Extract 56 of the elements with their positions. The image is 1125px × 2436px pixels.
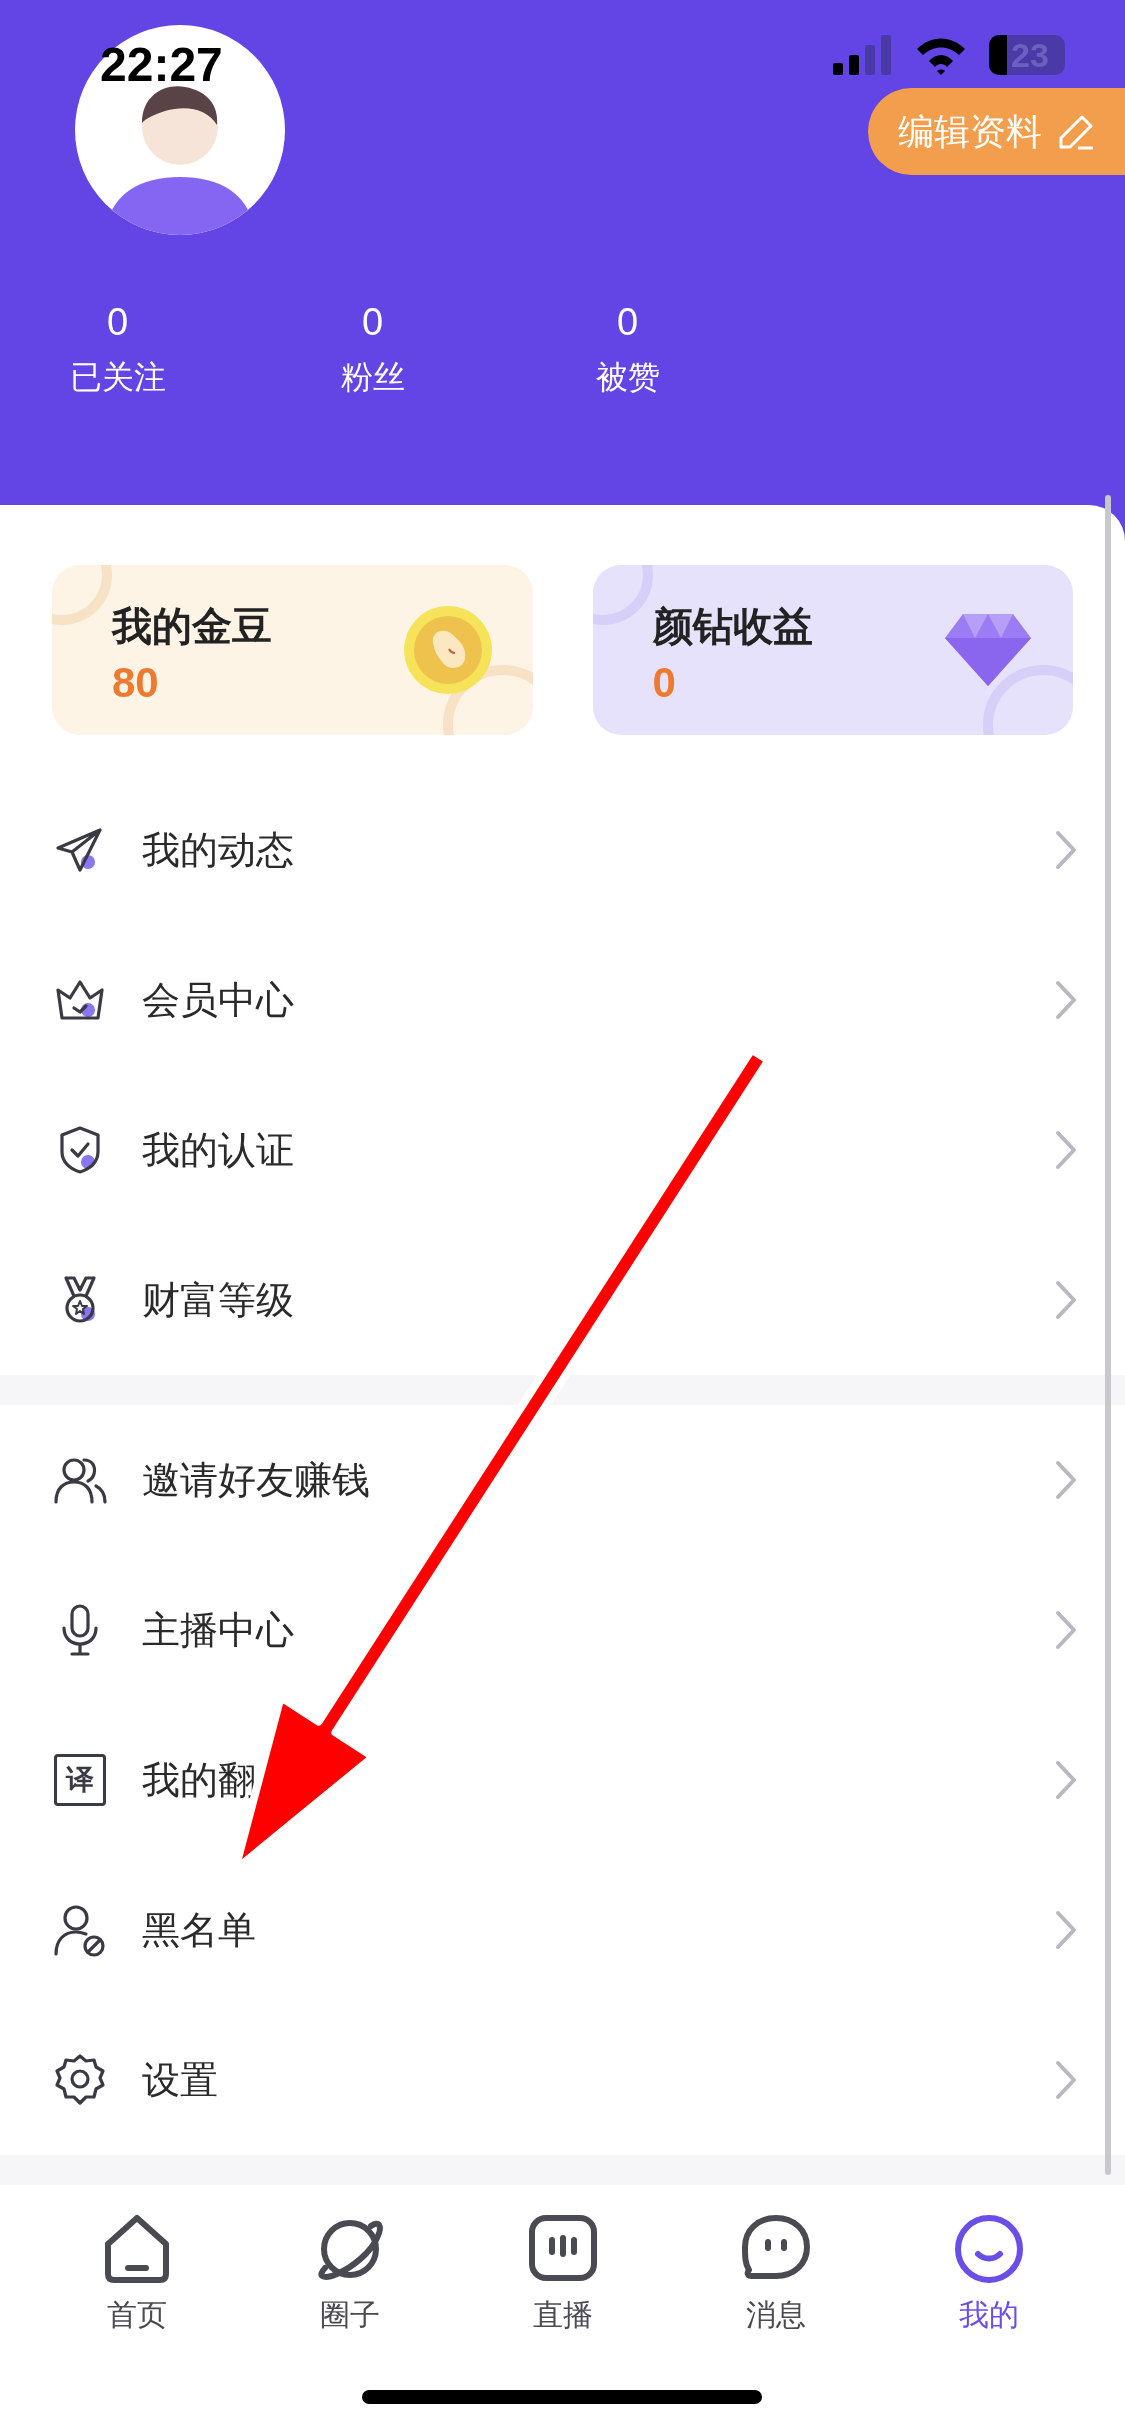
menu-label: 会员中心 [142,977,294,1023]
menu-label: 黑名单 [142,1907,256,1953]
stat-count: 0 [106,303,129,341]
menu-label: 设置 [142,2057,218,2103]
tab-label: 我的 [958,2297,1019,2333]
tab-item[interactable]: 我的 [882,2212,1095,2352]
card-title: 颜钻收益 [652,603,813,650]
stat-label: 已关注 [69,358,166,397]
coin-icon [402,605,493,695]
chevron-right-icon [1055,1610,1077,1650]
menu-label: 财富等级 [142,1277,294,1323]
menu-item[interactable]: 财富等级 [0,1225,1125,1375]
menu-label: 邀请好友赚钱 [142,1457,370,1503]
battery-fill [989,35,1007,75]
menu-item[interactable]: 黑名单 [0,1855,1125,2005]
menu-label: 我的认证 [142,1127,294,1173]
menu-item[interactable]: 邀请好友赚钱 [0,1405,1125,1555]
stat-label: 被赞 [595,358,660,397]
card-value: 0 [652,662,677,704]
diamond-icon [943,612,1033,688]
status-time: 22:27 [100,37,223,93]
tab-item[interactable]: 首页 [30,2212,243,2352]
menu-item[interactable]: 译 我的翻 [0,1705,1125,1855]
chevron-right-icon [1055,1460,1077,1500]
wallet-card[interactable]: 我的金豆 80 [52,565,533,735]
stat-count: 0 [361,303,384,341]
tab-label: 圈子 [319,2297,380,2333]
tab-item[interactable]: 圈子 [243,2212,456,2352]
chevron-right-icon [1055,980,1077,1020]
card-title: 我的金豆 [112,603,272,650]
menu-label: 我的动态 [142,827,294,873]
chevron-right-icon [1055,1910,1077,1950]
tab-label: 消息 [745,2297,806,2333]
menu-item[interactable]: 我的动态 [0,775,1125,925]
menu-item[interactable]: 会员中心 [0,925,1125,1075]
wallet-card[interactable]: 颜钻收益 0 [592,565,1073,735]
chevron-right-icon [1055,830,1077,870]
menu-item[interactable]: 设置 [0,2005,1125,2155]
stat-count: 0 [616,303,639,341]
chevron-right-icon [1055,2060,1077,2100]
chevron-right-icon [1055,1280,1077,1320]
tab-label: 直播 [532,2297,593,2333]
signal-icon [833,35,893,75]
translate-icon: 译 [54,1754,106,1806]
tab-item[interactable]: 消息 [669,2212,882,2352]
card-value: 80 [112,662,160,704]
tab-item[interactable]: 直播 [456,2212,669,2352]
menu-label: 主播中心 [142,1607,294,1653]
stat-label: 粉丝 [340,358,405,397]
chevron-right-icon [1055,1130,1077,1170]
menu-item[interactable]: 主播中心 [0,1555,1125,1705]
chevron-right-icon [1055,1760,1077,1800]
menu-item[interactable]: 我的认证 [0,1075,1125,1225]
menu-label: 我的翻 [142,1757,256,1803]
tab-label: 首页 [106,2297,167,2333]
settings-icon [52,2052,108,2108]
